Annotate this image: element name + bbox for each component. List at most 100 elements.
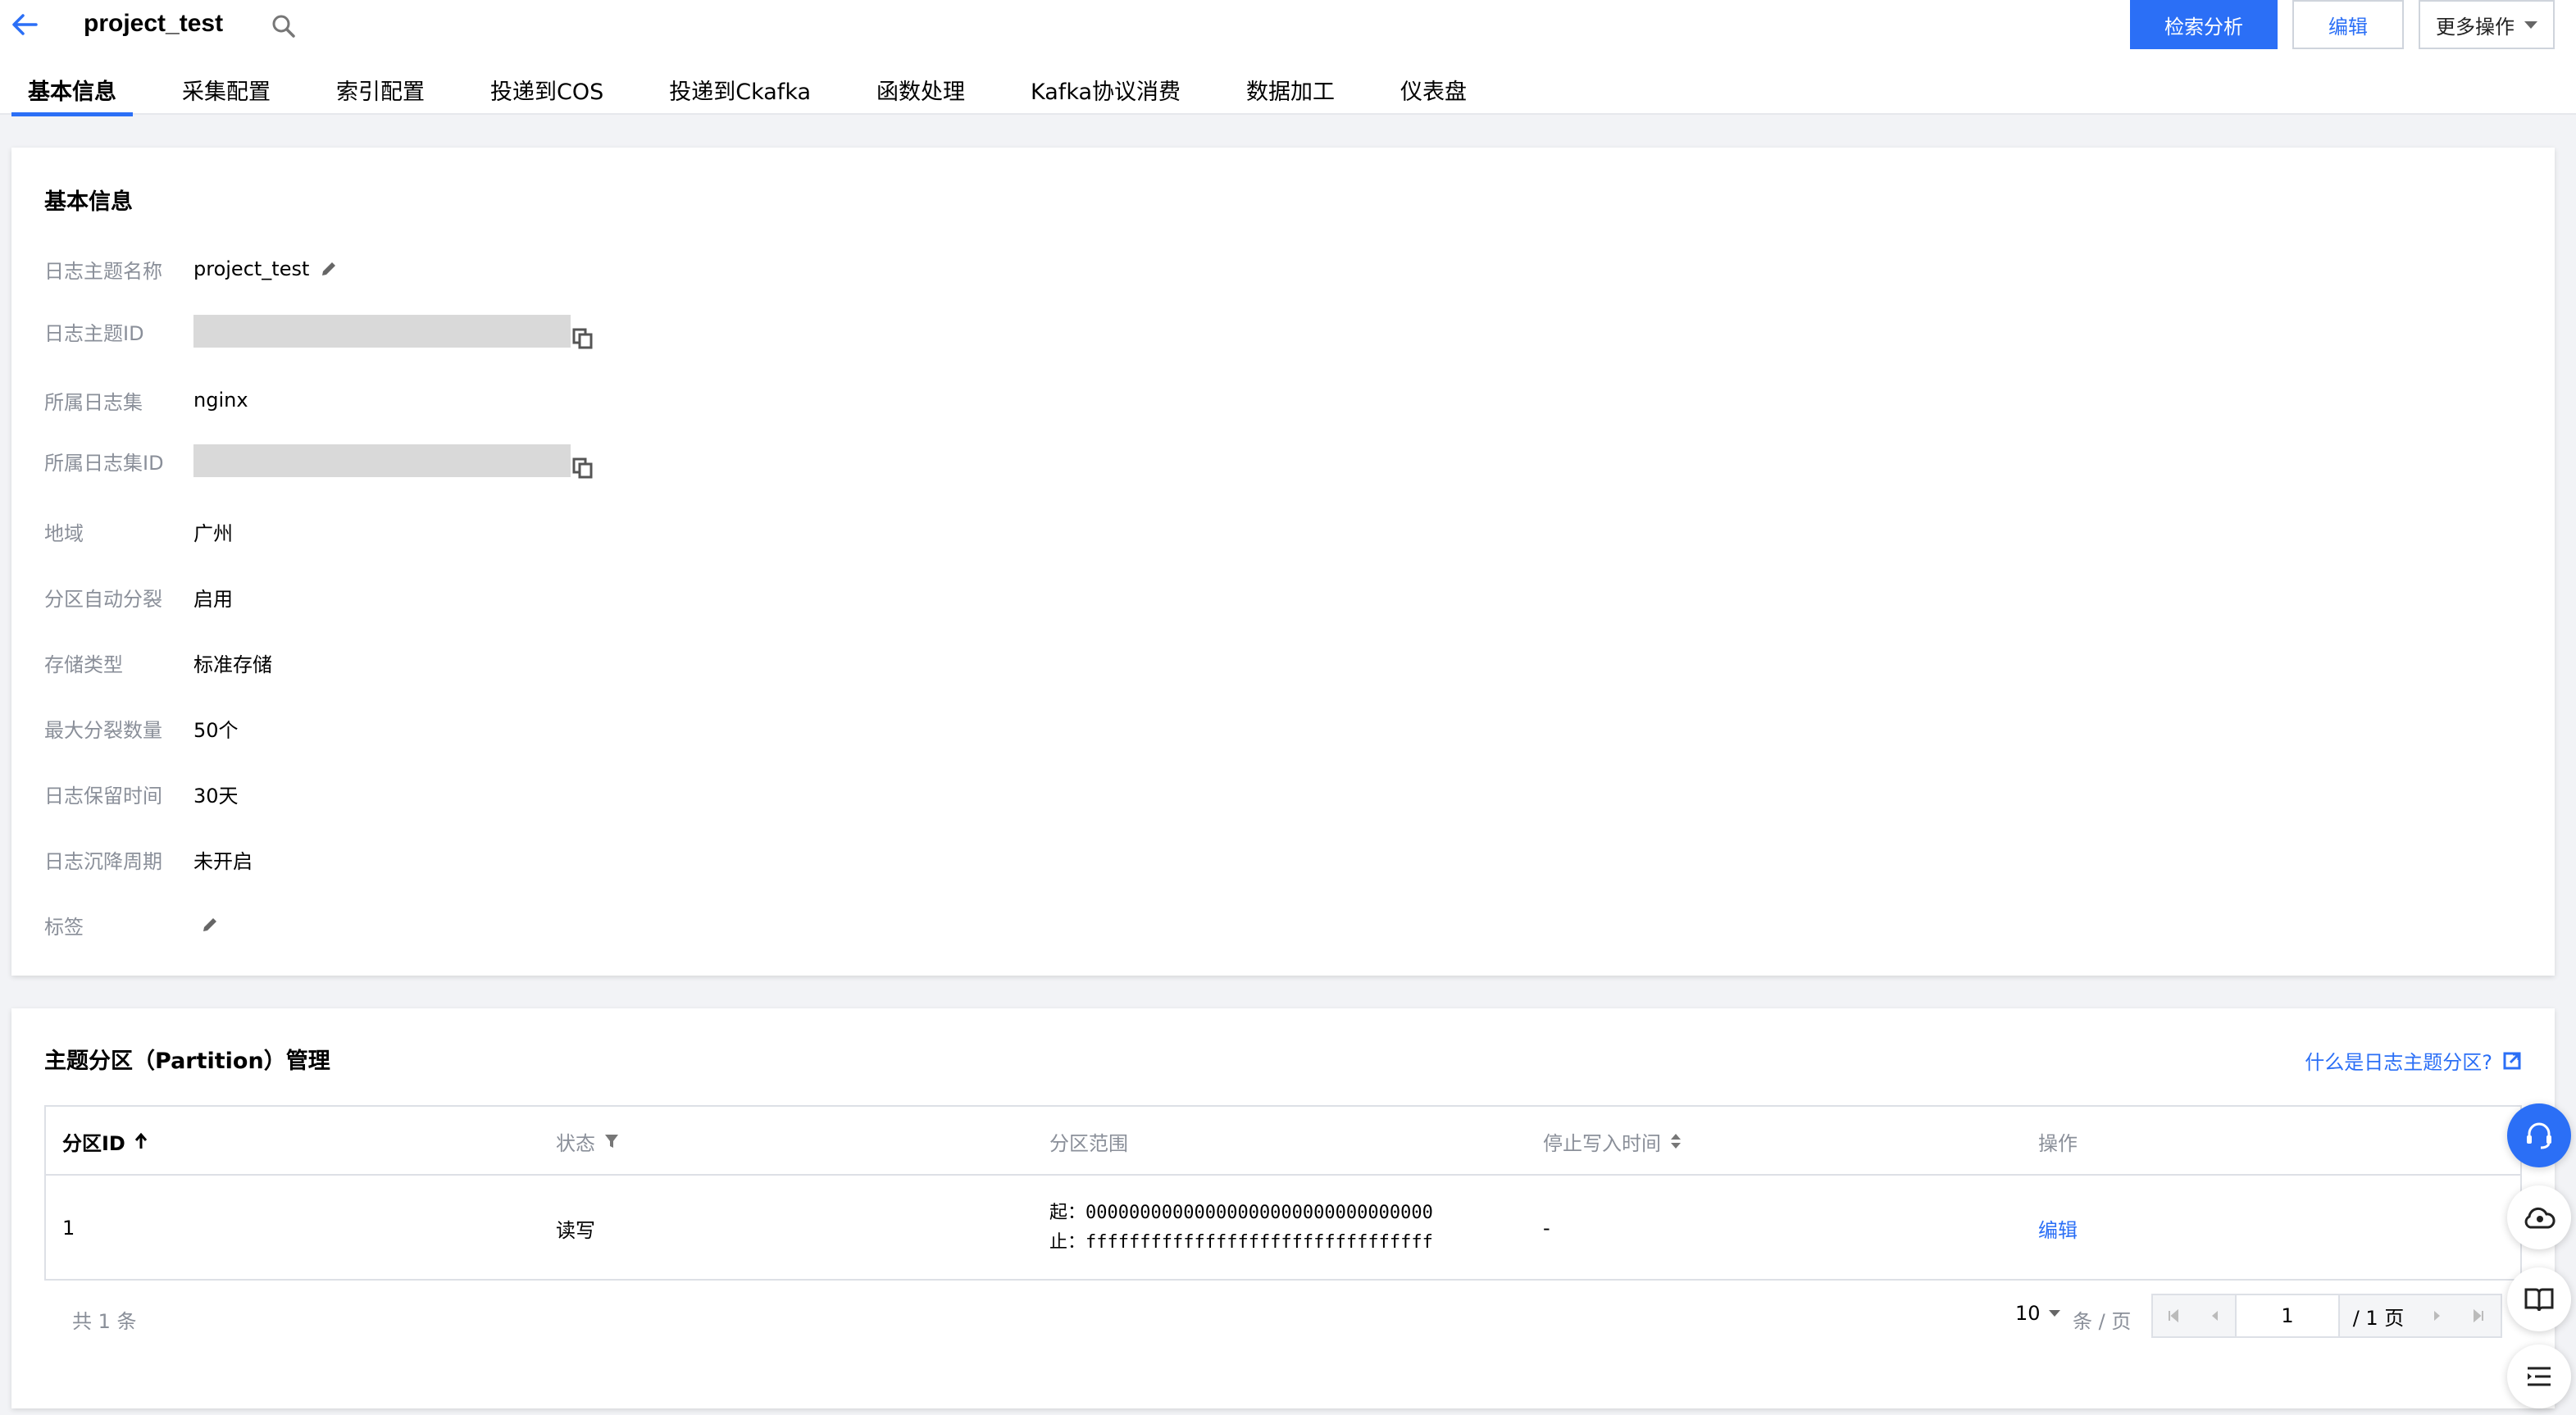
info-label: 日志沉降周期 <box>44 849 162 873</box>
info-value: 未开启 <box>193 849 253 873</box>
info-label: 最大分裂数量 <box>44 718 162 742</box>
table-header: 分区ID 状态 分区范围 停止写入时间 操作 <box>46 1107 2520 1176</box>
column-range: 分区范围 <box>1049 1107 1128 1176</box>
info-row-logset: 所属日志集 nginx <box>44 384 248 416</box>
column-stop-time: 停止写入时间 <box>1543 1107 1682 1176</box>
partition-help-link[interactable]: 什么是日志主题分区? <box>2305 1046 2522 1075</box>
pagination: 1 / 1 页 <box>2151 1294 2502 1338</box>
topic-name-value: project_test <box>193 257 310 280</box>
caret-down-icon <box>2524 20 2537 29</box>
customer-service-button[interactable] <box>2507 1103 2571 1167</box>
last-page-button[interactable] <box>2458 1295 2499 1336</box>
column-actions: 操作 <box>2038 1107 2078 1176</box>
book-icon <box>2524 1288 2554 1312</box>
last-page-icon <box>2474 1309 2483 1322</box>
pencil-icon[interactable] <box>319 259 339 279</box>
external-link-icon <box>2503 1052 2521 1069</box>
column-label: 停止写入时间 <box>1543 1131 1661 1155</box>
total-pages: / 1 页 <box>2340 1295 2417 1336</box>
info-value <box>193 443 594 479</box>
filter-icon[interactable] <box>603 1133 620 1149</box>
tab-function-processing[interactable]: 函数处理 <box>876 69 965 115</box>
info-value: 标准存储 <box>193 653 272 676</box>
page-number-input[interactable]: 1 <box>2235 1295 2340 1336</box>
edit-button[interactable]: 编辑 <box>2292 0 2404 49</box>
search-analysis-button[interactable]: 检索分析 <box>2130 0 2278 49</box>
cloud-bell-icon <box>2524 1207 2556 1229</box>
info-row-max-split: 最大分裂数量 50个 <box>44 712 239 744</box>
info-value: 30天 <box>193 784 239 808</box>
help-link-label: 什么是日志主题分区? <box>2305 1051 2492 1074</box>
info-label: 所属日志集ID <box>44 451 164 475</box>
cell-status: 读写 <box>556 1218 595 1242</box>
column-label: 操作 <box>2038 1131 2078 1155</box>
page-size-select[interactable]: 10 <box>2015 1302 2060 1325</box>
info-label: 日志主题ID <box>44 321 144 345</box>
redacted-value <box>193 315 571 348</box>
info-row-region: 地域 广州 <box>44 515 233 548</box>
search-icon[interactable] <box>271 13 297 39</box>
column-label: 状态 <box>556 1131 595 1155</box>
info-row-retention: 日志保留时间 30天 <box>44 777 239 810</box>
more-actions-label: 更多操作 <box>2436 15 2515 39</box>
info-value <box>193 313 594 349</box>
info-label: 所属日志集 <box>44 390 143 414</box>
total-count: 共 1 条 <box>72 1310 137 1333</box>
info-row-topic-id: 日志主题ID <box>44 313 594 349</box>
tab-index-config[interactable]: 索引配置 <box>336 69 425 115</box>
sort-asc-icon[interactable] <box>134 1132 148 1150</box>
page-title: project_test <box>84 10 224 37</box>
column-status: 状态 <box>556 1107 620 1176</box>
range-end-value: ffffffffffffffffffffffffffffffff <box>1085 1232 1433 1253</box>
pencil-icon[interactable] <box>200 915 220 935</box>
range-start-prefix: 起： <box>1049 1203 1086 1223</box>
next-page-icon <box>2434 1311 2440 1321</box>
basic-info-title: 基本信息 <box>44 189 133 215</box>
copy-icon[interactable] <box>572 328 594 349</box>
tab-data-processing[interactable]: 数据加工 <box>1246 69 1335 115</box>
copy-icon[interactable] <box>572 457 594 479</box>
docs-button[interactable] <box>2507 1267 2571 1331</box>
basic-info-card: 基本信息 日志主题名称 project_test 日志主题ID 所属日志集 ng… <box>11 148 2555 976</box>
tab-basic-info[interactable]: 基本信息 <box>11 69 133 116</box>
info-value: nginx <box>193 389 248 412</box>
cell-range: 起： 00000000000000000000000000000000 止： f… <box>1049 1176 1433 1281</box>
column-partition-id[interactable]: 分区ID <box>62 1107 148 1176</box>
info-row-topic-name: 日志主题名称 project_test <box>44 253 339 285</box>
info-row-storage-type: 存储类型 标准存储 <box>44 646 272 679</box>
caret-down-icon <box>2048 1310 2060 1317</box>
tab-kafka-consume[interactable]: Kafka协议消费 <box>1031 69 1181 115</box>
column-label: 分区ID <box>62 1131 125 1155</box>
back-arrow-icon[interactable] <box>8 11 41 38</box>
cell-stop-time: - <box>1543 1217 1550 1240</box>
first-page-icon <box>2169 1309 2178 1322</box>
tab-collection-config[interactable]: 采集配置 <box>182 69 271 115</box>
tab-dashboard[interactable]: 仪表盘 <box>1400 69 1467 115</box>
outline-button[interactable] <box>2507 1344 2571 1408</box>
page-size-value: 10 <box>2015 1302 2041 1325</box>
sort-icon[interactable] <box>1669 1132 1682 1150</box>
cell-partition-id: 1 <box>62 1217 75 1240</box>
partition-title: 主题分区（Partition）管理 <box>44 1049 330 1074</box>
range-end: 止： ffffffffffffffffffffffffffffffff <box>1049 1228 1433 1258</box>
info-value: 50个 <box>193 718 239 742</box>
info-label: 存储类型 <box>44 653 123 676</box>
tab-bar: 基本信息 采集配置 索引配置 投递到COS 投递到Ckafka 函数处理 Kaf… <box>0 69 1467 116</box>
column-label: 分区范围 <box>1049 1131 1128 1155</box>
tab-ship-cos[interactable]: 投递到COS <box>490 69 603 115</box>
info-label: 地域 <box>44 521 84 545</box>
prev-page-button[interactable] <box>2194 1295 2235 1336</box>
cloud-notice-button[interactable] <box>2507 1185 2571 1249</box>
tab-ship-ckafka[interactable]: 投递到Ckafka <box>669 69 811 115</box>
info-label: 日志主题名称 <box>44 259 162 283</box>
more-actions-button[interactable]: 更多操作 <box>2419 0 2555 49</box>
first-page-button[interactable] <box>2153 1295 2194 1336</box>
range-end-prefix: 止： <box>1049 1232 1086 1253</box>
row-edit-link[interactable]: 编辑 <box>2038 1176 2078 1281</box>
partition-table: 分区ID 状态 分区范围 停止写入时间 操作 1 读写 起： 000000000… <box>44 1105 2522 1281</box>
prev-page-icon <box>2212 1311 2218 1321</box>
range-start-value: 00000000000000000000000000000000 <box>1085 1203 1433 1223</box>
info-row-auto-split: 分区自动分裂 启用 <box>44 580 233 613</box>
info-label: 日志保留时间 <box>44 784 162 808</box>
next-page-button[interactable] <box>2417 1295 2458 1336</box>
